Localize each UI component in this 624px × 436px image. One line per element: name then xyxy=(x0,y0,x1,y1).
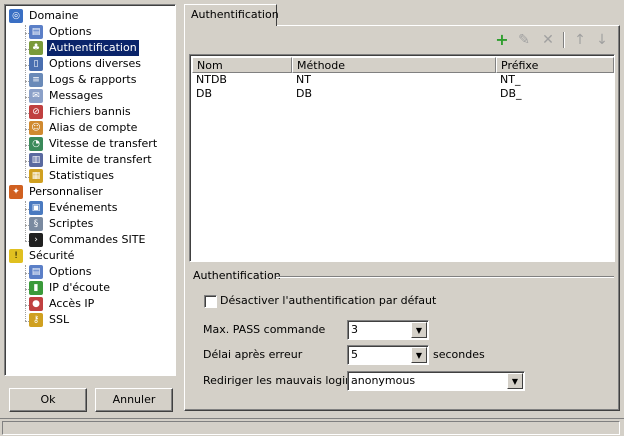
column-header-nom[interactable]: Nom xyxy=(192,57,292,73)
table-cell[interactable]: DB xyxy=(292,87,312,100)
chevron-down-icon[interactable]: ▼ xyxy=(411,322,427,338)
limit-icon: ▥ xyxy=(29,153,43,167)
message-icon: ✉ xyxy=(29,89,43,103)
table-cell[interactable]: NT xyxy=(292,73,311,86)
auth-method-list[interactable]: Nom Méthode Préfixe NTDB NT NT_ DB DB DB… xyxy=(189,54,615,262)
redirect-select[interactable]: anonymous ▼ xyxy=(347,371,525,391)
column-header-prefixe[interactable]: Préfixe xyxy=(496,57,614,73)
delay-label: Délai après erreur xyxy=(203,348,303,361)
key-icon: ⚷ xyxy=(29,313,43,327)
table-cell[interactable]: DB xyxy=(192,87,212,100)
customize-icon: ✦ xyxy=(9,185,23,199)
cancel-button[interactable]: Annuler xyxy=(95,388,173,412)
users-key-icon: ♣ xyxy=(29,41,43,55)
log-icon: ≡ xyxy=(29,73,43,87)
table-cell[interactable]: NTDB xyxy=(192,73,227,86)
redirect-label: Rediriger les mauvais login xyxy=(203,374,353,387)
group-title: Authentification xyxy=(193,269,281,282)
tree-connector xyxy=(25,25,26,177)
status-bar xyxy=(0,418,624,436)
pencil-icon[interactable]: ✎ xyxy=(516,32,532,48)
group-divider xyxy=(276,276,614,278)
globe-icon: ◎ xyxy=(9,9,23,23)
access-icon: ● xyxy=(29,297,43,311)
delay-select[interactable]: 5 ▼ xyxy=(347,345,429,365)
arrow-down-icon[interactable]: ↓ xyxy=(594,32,610,48)
script-icon: § xyxy=(29,217,43,231)
security-icon: ! xyxy=(9,249,23,263)
column-header-methode[interactable]: Méthode xyxy=(292,57,496,73)
arrow-up-icon[interactable]: ↑ xyxy=(572,32,588,48)
x-icon[interactable]: ✕ xyxy=(540,32,556,48)
chevron-down-icon[interactable]: ▼ xyxy=(507,373,523,389)
event-icon: ▣ xyxy=(29,201,43,215)
plus-icon[interactable]: + xyxy=(494,32,510,48)
ok-button[interactable]: Ok xyxy=(9,388,87,412)
document-icon: ▯ xyxy=(29,57,43,71)
network-icon: ▮ xyxy=(29,281,43,295)
banned-file-icon: ⊘ xyxy=(29,105,43,119)
table-cell[interactable]: NT_ xyxy=(496,73,520,86)
tree-connector xyxy=(25,201,26,241)
speedometer-icon: ◔ xyxy=(29,137,43,151)
max-pass-select[interactable]: 3 ▼ xyxy=(347,320,429,340)
user-icon: ☺ xyxy=(29,121,43,135)
options-icon: ▤ xyxy=(29,265,43,279)
max-pass-label: Max. PASS commande xyxy=(203,323,326,336)
console-icon: › xyxy=(29,233,43,247)
options-icon: ▤ xyxy=(29,25,43,39)
statistics-icon: ▦ xyxy=(29,169,43,183)
settings-tree[interactable]: ◎ Domaine ▤ Options ♣ Authentification ▯… xyxy=(4,4,176,376)
table-cell[interactable]: DB_ xyxy=(496,87,522,100)
toolbar-separator xyxy=(563,32,565,48)
disable-default-auth-checkbox[interactable] xyxy=(204,295,217,308)
tab-authentification[interactable]: Authentification xyxy=(184,4,279,26)
delay-unit: secondes xyxy=(433,348,485,361)
disable-default-auth-label: Désactiver l'authentification par défaut xyxy=(220,294,437,307)
status-pane xyxy=(2,421,620,435)
chevron-down-icon[interactable]: ▼ xyxy=(411,347,427,363)
